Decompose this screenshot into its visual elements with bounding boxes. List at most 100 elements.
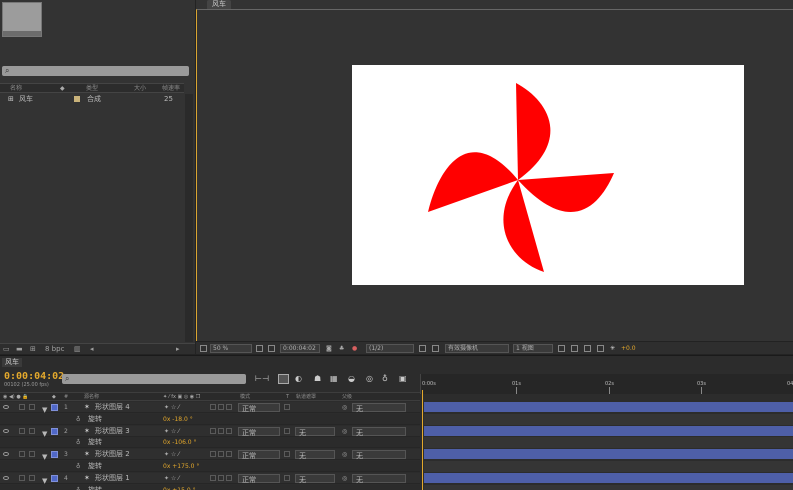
resolution-select[interactable]: (1/2) [366, 344, 414, 353]
layer-switches[interactable]: ✦ ☆ ⁄ [164, 449, 179, 460]
switch-box[interactable] [210, 475, 216, 481]
preserve-transparency-toggle[interactable] [284, 451, 290, 457]
zoom-select[interactable]: 50 % [210, 344, 252, 353]
stopwatch-icon[interactable]: ♁ [76, 437, 80, 448]
transparency-grid-icon[interactable] [432, 345, 439, 352]
col-type[interactable]: 类型 [86, 84, 98, 93]
frame-blending-icon[interactable]: ▦ [330, 374, 338, 383]
layer-duration-bar[interactable] [424, 426, 793, 436]
layer-row[interactable]: ▼ 1 ✶ 形状图层 4 ✦ ☆ ⁄ 正常 ◎ 无 [0, 402, 420, 414]
always-preview-icon[interactable] [200, 345, 207, 352]
flowchart-icon[interactable] [597, 345, 604, 352]
col-size[interactable]: 大小 [134, 84, 146, 93]
live-update-icon[interactable] [278, 374, 289, 384]
preserve-transparency-toggle[interactable] [284, 428, 290, 434]
parent-select[interactable]: 无 [352, 427, 406, 437]
col-mode[interactable]: 模式 [240, 393, 250, 401]
layer-row[interactable]: ▼ 3 ✶ 形状图层 2 ✦ ☆ ⁄ 正常无 ◎ 无 [0, 449, 420, 461]
solo-toggle[interactable] [19, 475, 25, 481]
timeline-timecode[interactable]: 0:00:04:02 [4, 371, 64, 382]
layer-switches[interactable]: ✦ ☆ ⁄ [164, 473, 179, 484]
motion-blur-icon[interactable]: ◒ [348, 374, 355, 383]
rotation-value[interactable]: 0x +175.0 ° [163, 461, 199, 472]
eye-icon[interactable] [3, 405, 9, 409]
views-select[interactable]: 1 视图 [513, 344, 553, 353]
comp-mini-flowchart-icon[interactable]: ⊢⊣ [255, 374, 269, 383]
lock-toggle[interactable] [29, 475, 35, 481]
parent-select[interactable]: 无 [352, 403, 406, 413]
mask-icon[interactable] [268, 345, 275, 352]
layer-property-row[interactable]: ♁ 旋转 0x -18.0 ° [0, 414, 420, 425]
switch-box[interactable] [226, 428, 232, 434]
blend-mode-select[interactable]: 正常 [238, 403, 280, 413]
pick-whip-icon[interactable]: ◎ [342, 449, 347, 460]
timeline-tab[interactable]: 风车 [2, 358, 22, 367]
layer-switches[interactable]: ✦ ☆ ⁄ [164, 402, 179, 413]
timeline-search-input[interactable]: ⌕ [62, 374, 246, 384]
region-of-interest-icon[interactable] [419, 345, 426, 352]
project-item-row[interactable]: ⊞ 风车 合成 25 [0, 94, 184, 104]
eye-icon[interactable] [3, 452, 9, 456]
playhead[interactable] [422, 390, 423, 490]
layer-label-color[interactable] [51, 475, 58, 482]
layer-duration-bar[interactable] [424, 449, 793, 459]
brainstorm-icon[interactable]: ◎ [366, 374, 373, 383]
lock-toggle[interactable] [29, 428, 35, 434]
switches-icons[interactable]: ✦ ⁄ fx ▣ ◎ ◉ ❐ [163, 393, 200, 401]
draft-3d-icon[interactable]: ◐ [295, 374, 302, 383]
scroll-left-icon[interactable]: ◂ [90, 344, 94, 354]
preserve-transparency-toggle[interactable] [284, 475, 290, 481]
fast-preview-icon[interactable] [571, 345, 578, 352]
viewer-tab[interactable]: 风车 [207, 0, 231, 9]
col-name[interactable]: 名称 [10, 84, 22, 93]
blend-mode-select[interactable]: 正常 [238, 427, 280, 437]
switch-box[interactable] [226, 451, 232, 457]
pick-whip-icon[interactable]: ◎ [342, 473, 347, 484]
parent-select[interactable]: 无 [352, 450, 406, 460]
switch-box[interactable] [210, 451, 216, 457]
parent-select[interactable]: 无 [352, 474, 406, 484]
interpret-footage-icon[interactable]: ▭ [3, 344, 10, 354]
eye-column-icon[interactable]: ◉ ◀) ● 🔒 [3, 393, 29, 401]
layer-label-color[interactable] [51, 451, 58, 458]
switch-box[interactable] [210, 404, 216, 410]
layer-duration-bar[interactable] [424, 473, 793, 483]
stopwatch-icon[interactable]: ♁ [76, 485, 80, 490]
layer-row[interactable]: ▼ 2 ✶ 形状图层 3 ✦ ☆ ⁄ 正常无 ◎ 无 [0, 426, 420, 438]
col-parent[interactable]: 父级 [342, 393, 352, 401]
exposure-icon[interactable]: ✳ [610, 344, 615, 353]
layer-property-row[interactable]: ♁ 旋转 0x +175.0 ° [0, 461, 420, 472]
snapshot-icon[interactable]: ◙ [326, 344, 332, 353]
track-matte-select[interactable]: 无 [295, 450, 335, 460]
toggle-pixel-icon[interactable] [558, 345, 565, 352]
layer-duration-bar[interactable] [424, 402, 793, 412]
lock-toggle[interactable] [29, 451, 35, 457]
project-scrollbar[interactable] [185, 94, 193, 342]
hide-shy-icon[interactable]: ☗ [314, 374, 321, 383]
layer-name[interactable]: 形状图层 4 [95, 402, 130, 413]
channel-icon[interactable]: ● [352, 344, 357, 353]
timeline-icon[interactable] [584, 345, 591, 352]
layer-property-row[interactable]: ♁ 旋转 0x -106.0 ° [0, 437, 420, 448]
grid-icon[interactable] [256, 345, 263, 352]
stopwatch-icon[interactable]: ♁ [76, 414, 80, 425]
graph-editor-icon[interactable]: ▣ [399, 374, 407, 383]
col-fps[interactable]: 帧速率 [162, 84, 180, 93]
scroll-right-icon[interactable]: ▸ [176, 344, 180, 354]
switch-box[interactable] [226, 475, 232, 481]
solo-toggle[interactable] [19, 404, 25, 410]
switch-box[interactable] [218, 404, 224, 410]
solo-toggle[interactable] [19, 451, 25, 457]
blend-mode-select[interactable]: 正常 [238, 450, 280, 460]
new-composition-icon[interactable]: ⊞ [30, 344, 36, 354]
stopwatch-icon[interactable]: ♁ [76, 461, 80, 472]
layer-label-color[interactable] [51, 404, 58, 411]
switch-box[interactable] [226, 404, 232, 410]
blend-mode-select[interactable]: 正常 [238, 474, 280, 484]
auto-keyframe-icon[interactable]: ♁ [382, 374, 388, 383]
rotation-value[interactable]: 0x +15.0 ° [163, 485, 196, 490]
lock-toggle[interactable] [29, 404, 35, 410]
camera-select[interactable]: 有效摄像机 [445, 344, 509, 353]
layer-label-color[interactable] [51, 428, 58, 435]
col-t[interactable]: T [286, 393, 289, 401]
